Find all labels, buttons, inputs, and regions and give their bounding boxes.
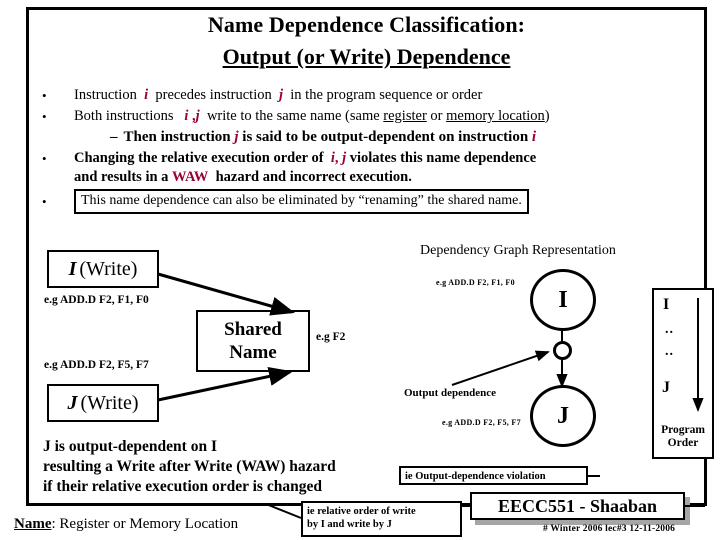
conclusion-line-1: J is output-dependent on I	[43, 438, 217, 455]
bullet-marker: •	[42, 109, 47, 124]
symbol-j: j	[234, 129, 239, 145]
name-definition-label: Name	[14, 516, 52, 532]
term-memory-location: memory location	[446, 108, 545, 124]
bullet-item-3: • Changing the relative execution order …	[36, 149, 696, 187]
hazard-waw: WAW	[172, 169, 209, 185]
leader-relative-order	[265, 503, 302, 519]
graph-example-j: e.g ADD.D F2, F5, F7	[442, 418, 521, 427]
bullet-2-or: or	[430, 108, 443, 124]
bullet-3-text: Changing the relative execution order of…	[74, 149, 696, 187]
annotation-relative-order: ie relative order of write by I and writ…	[301, 501, 462, 537]
bullet-3-post: violates this name dependence	[349, 150, 537, 166]
bullet-1-pre: Instruction	[74, 87, 137, 103]
shared-name-line1: Shared	[224, 319, 282, 340]
box-i-symbol: I	[68, 257, 77, 280]
symbol-j: j	[195, 108, 200, 124]
page-title-line2-text: Output (or Write) Dependence	[222, 44, 511, 69]
program-order-last: J	[662, 379, 670, 396]
symbol-j: j	[278, 87, 284, 103]
box-i-write: I (Write)	[47, 250, 159, 288]
bullet-1-mid: precedes instruction	[155, 87, 272, 103]
course-banner: EECC551 - Shaaban	[470, 492, 685, 520]
lecture-note: # Winter 2006 lec#3 12-11-2006	[543, 524, 676, 534]
graph-node-i: I	[530, 269, 596, 331]
conclusion-line-2: resulting a Write after Write (WAW) haza…	[43, 458, 336, 475]
name-definition-rest: : Register or Memory Location	[51, 516, 239, 532]
annotation-violation: ie Output-dependence violation	[399, 466, 588, 485]
bullet-2-mid: write to the same name (same	[206, 108, 380, 124]
sub-bullet-mid: is said to be output-dependent on instru…	[242, 129, 529, 145]
dependency-graph-title: Dependency Graph Representation	[420, 243, 616, 258]
bullet-item-4: • This name dependence can also be elimi…	[36, 189, 696, 214]
example-instruction-i: e.g ADD.D F2, F1, F0	[44, 294, 149, 306]
bullet-2-post: )	[544, 108, 550, 124]
example-instruction-j: e.g ADD.D F2, F5, F7	[44, 359, 149, 371]
box-j-write: J (Write)	[47, 384, 159, 422]
graph-example-i: e.g ADD.D F2, F1, F0	[436, 278, 515, 287]
symbol-i: i	[531, 129, 537, 145]
box-shared-name: Shared Name	[196, 310, 310, 372]
bullet-2-pre: Both instructions	[74, 108, 174, 124]
sub-bullet-pre: Then instruction	[123, 129, 231, 145]
bullet-4-wrap: This name dependence can also be elimina…	[74, 189, 696, 214]
bullet-marker: •	[42, 194, 47, 209]
symbol-j: j	[342, 150, 347, 166]
bullet-item-1: • Instruction i precedes instruction j i…	[36, 86, 696, 105]
bullet-marker: •	[42, 88, 47, 103]
program-order-caption-line2: Order	[667, 437, 699, 449]
box-j-symbol: J	[67, 391, 78, 414]
bullet-marker: •	[42, 151, 47, 166]
symbol-i: i	[184, 108, 189, 124]
graph-dependence-marker-icon	[553, 341, 572, 360]
program-order-dots-1: ..	[665, 322, 674, 337]
symbol-comma: ,	[334, 150, 339, 166]
program-order-dots-2: ..	[665, 344, 674, 359]
name-definition-line: Name: Register or Memory Location	[14, 516, 238, 533]
slide-canvas: Name Dependence Classification: Output (…	[0, 0, 720, 540]
annotation-relative-line1: ie relative order of write	[307, 506, 416, 517]
symbol-i: i	[144, 87, 149, 103]
page-title-line2: Output (or Write) Dependence	[26, 44, 707, 70]
bullet-3-line2-pre: and results in a	[74, 169, 169, 185]
conclusion-text: J is output-dependent on I resulting a W…	[43, 437, 336, 497]
sub-bullet-dash: –	[110, 129, 118, 145]
box-i-label: (Write)	[79, 257, 138, 280]
bullet-subitem: – Then instruction j is said to be output…	[110, 128, 696, 147]
example-shared-register: e.g F2	[316, 331, 346, 343]
bullet-3-pre: Changing the relative execution order of	[74, 150, 324, 166]
graph-edge-label: Output dependence	[404, 387, 496, 399]
graph-node-j: J	[530, 385, 596, 447]
program-order-caption: Program Order	[653, 424, 713, 450]
bullet-item-2: • Both instructions i ,j write to the sa…	[36, 107, 696, 126]
shared-name-line2: Name	[229, 342, 277, 363]
bullet-2-text: Both instructions i ,j write to the same…	[74, 107, 696, 126]
bullet-list: • Instruction i precedes instruction j i…	[36, 86, 696, 216]
bullet-1-text: Instruction i precedes instruction j in …	[74, 86, 696, 105]
box-j-label: (Write)	[80, 391, 139, 414]
bullet-4-text: This name dependence can also be elimina…	[74, 189, 529, 214]
page-title-line1: Name Dependence Classification:	[207, 12, 526, 37]
term-register: register	[383, 108, 427, 124]
conclusion-line-3: if their relative execution order is cha…	[43, 478, 322, 495]
bullet-3-line2-post: hazard and incorrect execution.	[215, 169, 412, 185]
program-order-caption-line1: Program	[661, 424, 705, 436]
program-order-first: I	[663, 296, 670, 313]
annotation-relative-line2: by I and write by J	[307, 519, 392, 530]
bullet-1-post: in the program sequence or order	[290, 87, 483, 103]
